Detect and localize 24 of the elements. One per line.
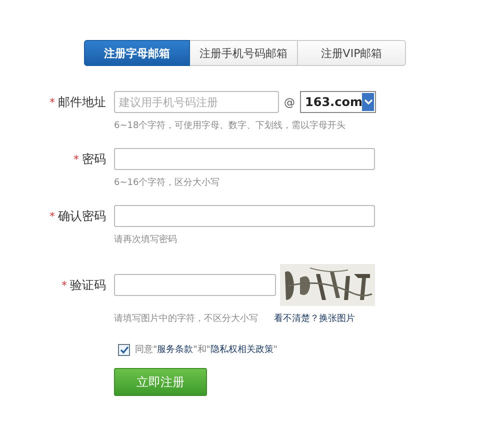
- hint-text: 请再次填写密码: [114, 234, 178, 246]
- required-mark: *: [50, 210, 55, 222]
- hint-text: 6~16个字符，区分大小写: [114, 176, 221, 189]
- agreement-checkbox[interactable]: [118, 344, 130, 356]
- agreement-text: 同意"服务条款"和"隐私权相关政策": [135, 344, 278, 356]
- required-mark: *: [62, 278, 67, 292]
- required-mark: *: [50, 96, 55, 108]
- required-mark: *: [74, 152, 79, 166]
- refresh-captcha-link[interactable]: 看不清楚？换张图片: [274, 312, 355, 325]
- hint-text: 请填写图片中的字符，不区分大小写: [114, 312, 258, 325]
- tab[interactable]: 注册VIP邮箱: [298, 40, 406, 66]
- at-sign: @: [284, 96, 295, 108]
- confirm-password-field[interactable]: [114, 205, 375, 227]
- hint-text: 6~18个字符，可使用字母、数字、下划线，需以字母开头: [114, 120, 347, 132]
- domain-select[interactable]: 163.com: [300, 91, 376, 113]
- password-field[interactable]: [114, 148, 375, 170]
- tab[interactable]: 注册手机号码邮箱: [190, 40, 298, 66]
- field-label: 验证码: [70, 276, 106, 294]
- tab[interactable]: 注册字母邮箱: [84, 40, 190, 66]
- field-label: 确认密码: [58, 208, 106, 224]
- captcha-field[interactable]: [114, 274, 276, 296]
- field-label: 密码: [82, 150, 106, 168]
- field-label: 邮件地址: [58, 94, 106, 110]
- email-field[interactable]: 建议用手机号码注册: [114, 91, 279, 113]
